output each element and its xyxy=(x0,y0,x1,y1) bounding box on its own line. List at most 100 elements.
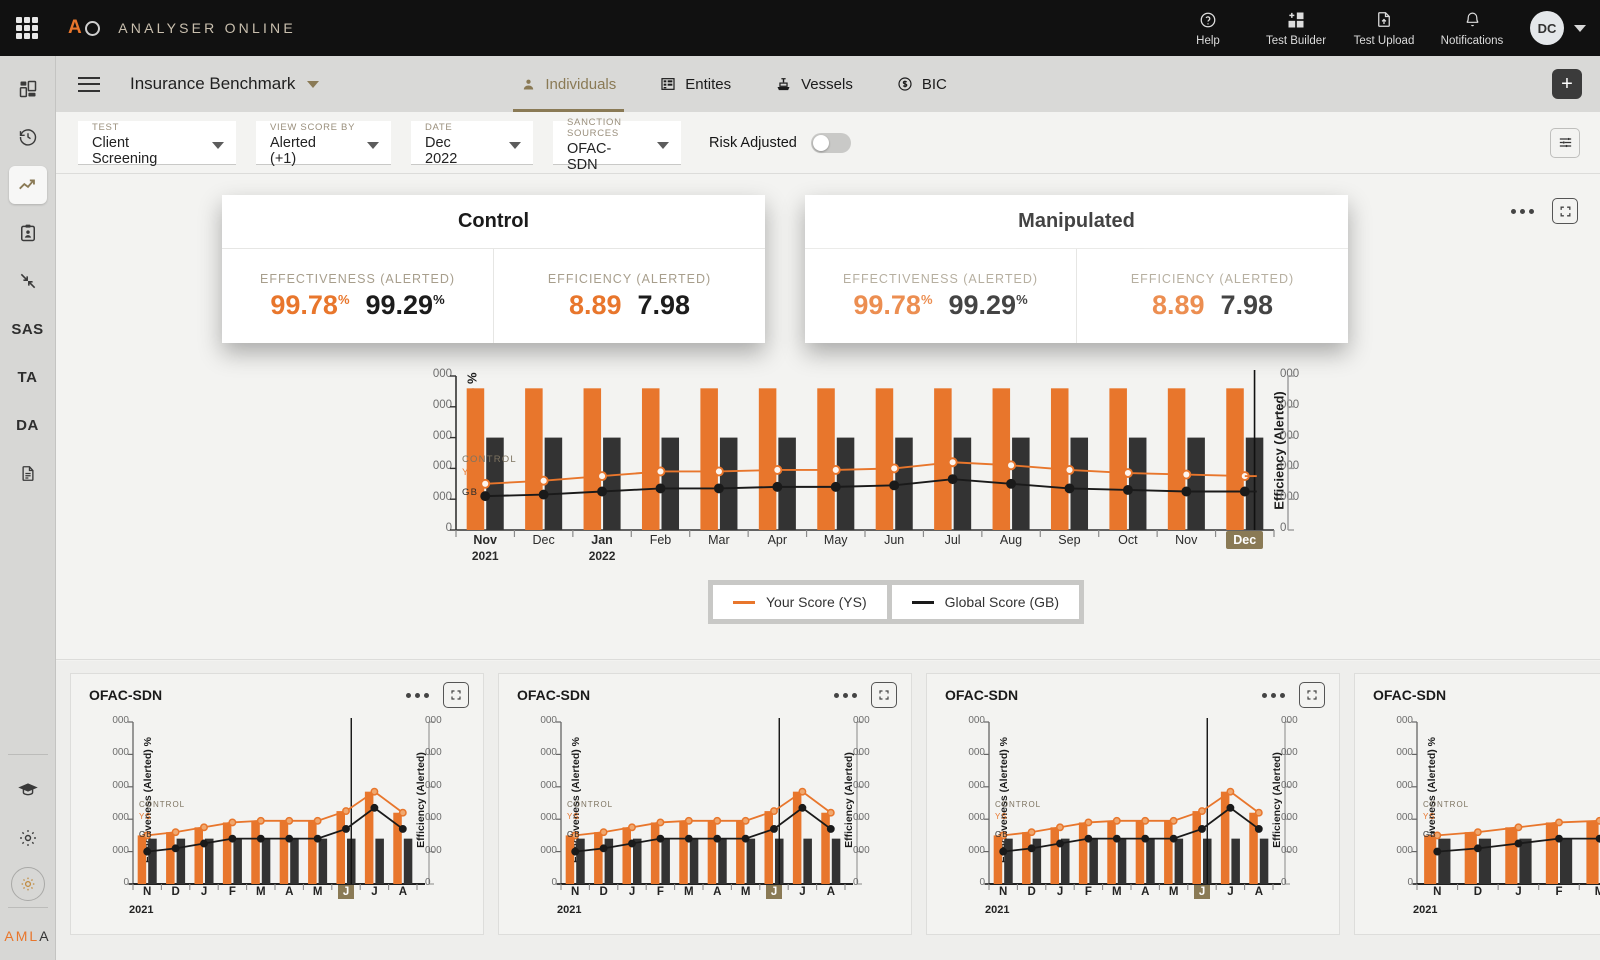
filter-view-score-by[interactable]: VIEW SCORE BY Alerted (+1) xyxy=(256,120,391,167)
chevron-down-icon[interactable] xyxy=(212,141,224,149)
arrows-in-icon xyxy=(20,273,35,289)
more-horizontal-icon[interactable] xyxy=(1262,692,1285,698)
help-button[interactable]: Help xyxy=(1164,10,1252,47)
sidebar-item-da[interactable]: DA xyxy=(9,406,47,444)
trend-up-icon xyxy=(18,179,35,190)
dashboard-grid-icon xyxy=(19,80,36,98)
y2-tick-label: 000 xyxy=(425,715,442,726)
filter-settings-button[interactable] xyxy=(1550,127,1580,158)
risk-adjusted-toggle[interactable] xyxy=(810,132,851,153)
fullscreen-expand-icon[interactable] xyxy=(443,682,469,708)
filter-test[interactable]: TEST Client Screening xyxy=(78,120,236,167)
x-axis-selected-month[interactable]: J xyxy=(337,885,355,899)
sidebar-item-dashboard[interactable] xyxy=(9,70,47,108)
y2-tick-label: 000 xyxy=(425,779,442,791)
notifications-button[interactable]: Notifications xyxy=(1428,10,1516,47)
avatar[interactable]: DC xyxy=(1530,11,1564,45)
x-axis-month-label: D xyxy=(1473,886,1483,898)
y2-tick-label: 000 xyxy=(853,747,870,759)
y-tick-label: 000 xyxy=(540,812,557,824)
add-button[interactable]: + xyxy=(1552,69,1582,99)
project-chevron-down-icon[interactable] xyxy=(307,80,320,88)
y-tick-label: 000 xyxy=(1396,715,1413,726)
y2-tick-label: 000 xyxy=(853,844,870,856)
test-builder-button[interactable]: Test Builder xyxy=(1252,10,1340,47)
left-sidebar: SAS TA DA AMLA xyxy=(0,56,56,960)
hamburger-menu-icon[interactable] xyxy=(78,76,100,92)
chevron-down-icon[interactable] xyxy=(509,141,521,149)
test-upload-label: Test Upload xyxy=(1353,34,1415,47)
bottom-card-chart: Effectiveness (Alerted) %Efficiency (Ale… xyxy=(71,715,483,936)
sidebar-item-history[interactable] xyxy=(9,118,47,156)
filter-sanction-sources[interactable]: SANCTION SOURCES OFAC-SDN xyxy=(553,117,681,173)
metric-efficiency-control: EFFICIENCY (ALERTED) 8.89 7.98 xyxy=(493,249,765,343)
tab-entites[interactable]: Entites xyxy=(638,56,753,112)
test-upload-button[interactable]: Test Upload xyxy=(1340,10,1428,47)
card-title-manipulated: Manipulated xyxy=(805,195,1348,249)
x-axis-month-label: Aug xyxy=(999,533,1023,547)
x-axis-labels: Nov 2021 Dec Jan 2022 Feb Mar Apr May Jun Jul Aug Se… xyxy=(456,531,1274,563)
apps-grid-icon[interactable] xyxy=(16,17,38,39)
tab-bic[interactable]: BIC xyxy=(875,56,969,112)
chevron-down-icon[interactable] xyxy=(1574,24,1586,32)
tab-vessels[interactable]: Vessels xyxy=(753,56,875,112)
bottom-card: OFAC-SDN Effectiveness (Alerted) %Efficie… xyxy=(498,673,912,935)
metric-effectiveness-manipulated: EFFECTIVENESS (ALERTED) 99.78% 99.29% xyxy=(805,249,1076,343)
bottom-card-header: OFAC-SDN xyxy=(71,674,483,716)
sidebar-item-documents[interactable] xyxy=(9,454,47,492)
legend-item-your-score[interactable]: Your Score (YS) xyxy=(713,585,887,619)
inchart-label-ys: YS xyxy=(462,467,478,478)
person-icon xyxy=(524,79,534,89)
sidebar-item-ta[interactable]: TA xyxy=(9,358,47,396)
user-menu[interactable]: DC xyxy=(1530,11,1586,45)
y-tick-label: 000 xyxy=(540,844,557,856)
x-axis-month-label: Jul xyxy=(944,533,961,547)
x-axis-selected-month[interactable]: Dec xyxy=(1226,531,1264,549)
fullscreen-expand-icon[interactable] xyxy=(1299,682,1325,708)
logo-letter-a: A xyxy=(68,17,83,38)
filter-sanction-sources-caption: SANCTION SOURCES xyxy=(567,116,622,139)
more-horizontal-icon[interactable] xyxy=(1511,208,1534,214)
bottom-cards-row: OFAC-SDN Effectiveness (Alerted) % Efficie… xyxy=(56,661,1600,960)
fullscreen-expand-icon[interactable] xyxy=(1552,198,1578,224)
x-axis-month-label: D xyxy=(171,886,180,898)
sidebar-item-analytics[interactable] xyxy=(8,166,47,204)
filter-sanction-sources-value: OFAC-SDN xyxy=(567,140,612,173)
sidebar-item-theme[interactable] xyxy=(10,867,45,901)
x-axis-month-label: Jun xyxy=(884,533,905,547)
fullscreen-expand-icon[interactable] xyxy=(871,682,897,708)
tab-individuals[interactable]: Individuals xyxy=(499,56,638,112)
more-horizontal-icon[interactable] xyxy=(406,692,429,698)
x-axis-labels: NDJFMAMJJA xyxy=(133,885,417,899)
inchart-label-ys: YS xyxy=(567,812,580,821)
filter-date[interactable]: DATE Dec 2022 xyxy=(411,120,533,167)
chevron-down-icon[interactable] xyxy=(657,141,669,149)
brand-logo[interactable]: A xyxy=(68,17,101,39)
x-axis-month-label: M xyxy=(312,886,323,898)
y-tick-label: 000 xyxy=(112,844,129,856)
sidebar-item-sas[interactable]: SAS xyxy=(9,310,47,348)
sidebar-item-reports[interactable] xyxy=(9,214,47,252)
more-horizontal-icon[interactable] xyxy=(834,692,857,698)
top-navigation-bar: A ANALYSER ONLINE Help Test Builder Test… xyxy=(0,0,1600,56)
sidebar-item-settings[interactable] xyxy=(9,819,47,857)
sun-brightness-icon xyxy=(21,877,34,891)
legend-label-global-score: Global Score (GB) xyxy=(944,594,1060,610)
sidebar-item-compress[interactable] xyxy=(9,262,47,300)
x-axis-selected-month[interactable]: J xyxy=(765,885,783,899)
sidebar-item-learning[interactable] xyxy=(9,771,47,809)
bottom-card: OFAC-SDN Effectiveness (Alerted) %Efficie… xyxy=(70,673,484,935)
x-axis-month-label: D xyxy=(599,886,608,898)
x-axis-month-label: Jan 2022 xyxy=(573,533,631,563)
help-label: Help xyxy=(1196,34,1220,47)
chart-legend: Your Score (YS) Global Score (GB) xyxy=(708,580,1085,624)
legend-item-global-score[interactable]: Global Score (GB) xyxy=(891,585,1080,619)
y-tick-label: 000 xyxy=(968,779,985,791)
inchart-label-control: CONTROL xyxy=(462,454,517,465)
x-axis-selected-month[interactable]: J xyxy=(1193,885,1211,899)
chevron-down-icon[interactable] xyxy=(367,141,379,149)
x-axis-month-label: F xyxy=(656,886,664,898)
y-tick-label: 000 xyxy=(968,812,985,824)
test-builder-icon xyxy=(1286,10,1306,30)
x-axis-month-label: M xyxy=(256,886,266,898)
